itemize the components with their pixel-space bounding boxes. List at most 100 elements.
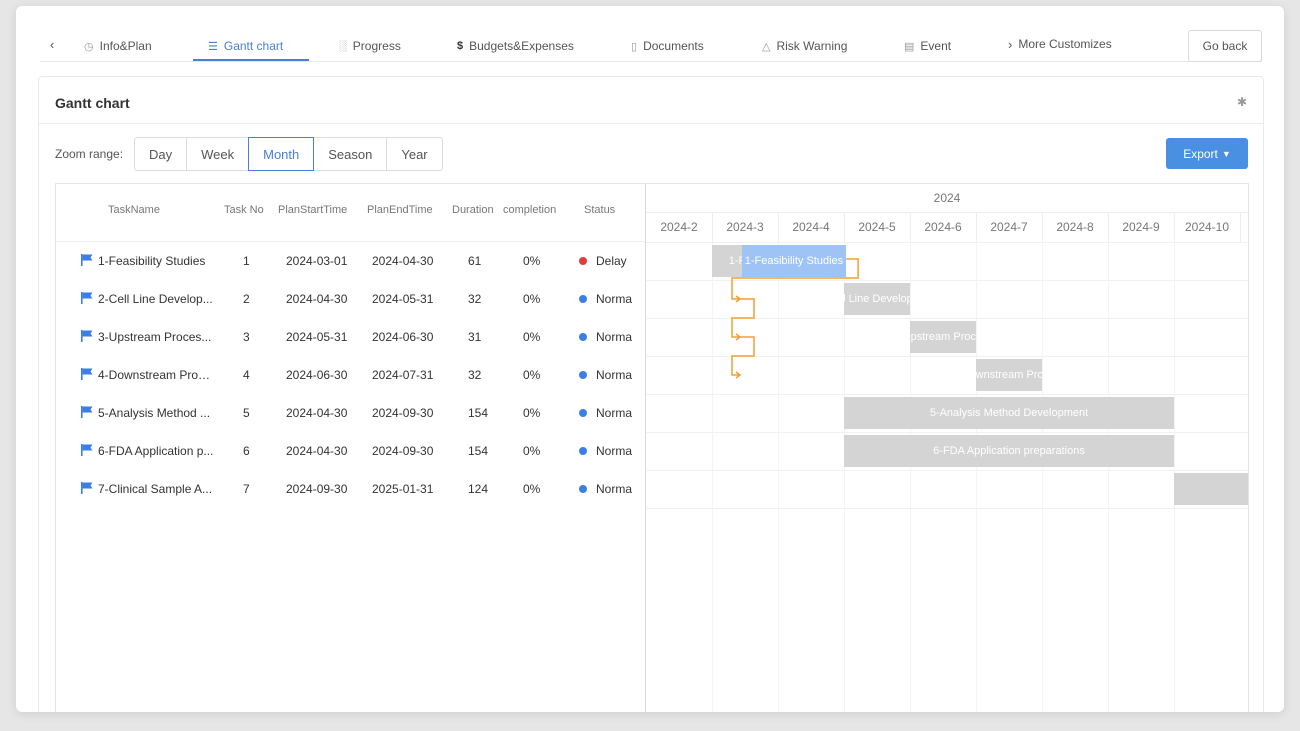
duration: 31 <box>468 330 482 344</box>
flag-icon <box>81 254 93 266</box>
tab-event[interactable]: ▤ Event <box>904 36 951 56</box>
status-dot <box>579 333 587 341</box>
table-row[interactable]: 6-FDA Application p... 6 2024-04-30 2024-09… <box>56 432 645 470</box>
task-no: 2 <box>243 292 250 306</box>
duration: 61 <box>468 254 482 268</box>
panel-divider <box>39 123 1263 124</box>
tab-gantt-chart[interactable]: ☰ Gantt chart <box>208 36 283 56</box>
gantt-panel: Gantt chart ✱ Zoom range: Day Week Month… <box>38 76 1264 712</box>
status-dot <box>579 257 587 265</box>
tab-budgets-expenses[interactable]: $ Budgets&Expenses <box>457 36 574 56</box>
flag-icon <box>81 292 93 304</box>
status-text: Normal <box>596 330 632 344</box>
header-completion: completion <box>503 204 557 216</box>
status-text: Normal <box>596 368 632 382</box>
tab-label: Event <box>920 39 952 53</box>
table-row[interactable]: 7-Clinical Sample A... 7 2024-09-30 2025-01… <box>56 470 645 508</box>
gantt-bar[interactable]: 5-Analysis Method Development <box>844 397 1174 429</box>
table-row[interactable]: 3-Upstream Proces... 3 2024-05-31 2024-06-3… <box>56 318 645 356</box>
tab-info-plan[interactable]: ◷ Info&Plan <box>84 36 152 56</box>
task-no: 3 <box>243 330 250 344</box>
table-row[interactable]: 1-Feasibility Studies 1 2024-03-01 2024-04-… <box>56 242 645 280</box>
zoom-season-button[interactable]: Season <box>313 137 388 171</box>
header-plan-start: PlanStartTime <box>278 204 348 216</box>
panel-title: Gantt chart <box>55 95 130 111</box>
flag-icon <box>81 444 93 456</box>
tab-label: Documents <box>643 39 704 53</box>
completion: 0% <box>523 292 541 306</box>
collapse-icon[interactable]: ✱ <box>1237 95 1247 109</box>
dependency-link <box>731 298 755 338</box>
bar-chart-icon: ░ <box>339 40 347 52</box>
gantt-bar[interactable]: 6-FDA Application preparations <box>844 435 1174 467</box>
document-icon: ▯ <box>631 40 638 53</box>
zoom-range-label: Zoom range: <box>55 147 124 161</box>
header-task-no: Task No <box>224 204 264 216</box>
task-name: 3-Upstream Proces... <box>98 330 212 344</box>
plan-start-time: 2024-03-01 <box>286 254 348 268</box>
duration: 154 <box>468 406 489 420</box>
tab-label: Info&Plan <box>99 39 152 53</box>
gantt-bar[interactable]: 1-Feasibility Studies <box>741 245 847 277</box>
tab-documents[interactable]: ▯ Documents <box>631 36 704 56</box>
gantt-bar[interactable]: 2-Cell Line Development <box>844 283 910 315</box>
task-name: 1-Feasibility Studies <box>98 254 206 268</box>
status-dot <box>579 447 587 455</box>
chevron-left-icon[interactable]: ‹ <box>50 37 54 52</box>
tab-risk-warning[interactable]: △ Risk Warning <box>762 36 847 56</box>
tab-progress[interactable]: ░ Progress <box>339 36 401 56</box>
table-row[interactable]: 5-Analysis Method ... 5 2024-04-30 2024-09-… <box>56 394 645 432</box>
chevron-right-icon: › <box>1008 36 1013 52</box>
gantt-bar[interactable]: 4-Downstream Process <box>976 359 1042 391</box>
go-back-button[interactable]: Go back <box>1188 30 1262 62</box>
plan-end-time: 2025-01-31 <box>372 482 434 496</box>
flag-icon <box>81 406 93 418</box>
task-no: 1 <box>243 254 250 268</box>
flag-icon <box>81 368 93 380</box>
table-row[interactable]: 2-Cell Line Develop... 2 2024-04-30 2024-05… <box>56 280 645 318</box>
dependency-link <box>731 336 755 376</box>
task-name: 6-FDA Application p... <box>98 444 214 458</box>
duration: 154 <box>468 444 489 458</box>
status-text: Normal <box>596 292 632 306</box>
zoom-range-group: Day Week Month Season Year <box>134 137 443 171</box>
clock-icon: ◷ <box>84 40 94 53</box>
task-no: 4 <box>243 368 250 382</box>
gantt-bar[interactable]: 7-Clinical Sample Analysis <box>1174 473 1248 505</box>
tab-more-customizes[interactable]: › More Customizes <box>1008 34 1112 54</box>
tab-label: Progress <box>352 39 401 53</box>
status-text: Normal <box>596 444 632 458</box>
task-name: 5-Analysis Method ... <box>98 406 211 420</box>
zoom-week-button[interactable]: Week <box>186 137 250 171</box>
app-window: ‹ ◷ Info&Plan ☰ Gantt chart ░ Progress $… <box>16 6 1284 712</box>
list-icon: ☰ <box>208 40 218 53</box>
plan-start-time: 2024-06-30 <box>286 368 348 382</box>
export-button[interactable]: Export ▼ <box>1166 138 1248 169</box>
status-text: Normal <box>596 482 632 496</box>
duration: 32 <box>468 368 482 382</box>
plan-end-time: 2024-05-31 <box>372 292 434 306</box>
task-name: 4-Downstream Proc... <box>98 368 214 382</box>
status-dot <box>579 485 587 493</box>
header-duration: Duration <box>452 204 494 216</box>
tab-label: Budgets&Expenses <box>469 39 574 53</box>
export-label: Export <box>1183 146 1218 161</box>
table-row[interactable]: 4-Downstream Proc... 4 2024-06-30 2024-07-3… <box>56 356 645 394</box>
tab-label: Risk Warning <box>776 39 848 53</box>
zoom-year-button[interactable]: Year <box>386 137 443 171</box>
zoom-day-button[interactable]: Day <box>134 137 188 171</box>
completion: 0% <box>523 330 541 344</box>
gantt-bar[interactable]: 3-Upstream Process <box>910 321 976 353</box>
duration: 124 <box>468 482 489 496</box>
zoom-month-button[interactable]: Month <box>248 137 315 171</box>
flag-icon <box>81 482 93 494</box>
status-dot <box>579 409 587 417</box>
header-taskname: TaskName <box>108 204 160 216</box>
completion: 0% <box>523 368 541 382</box>
plan-end-time: 2024-06-30 <box>372 330 434 344</box>
task-name: 2-Cell Line Develop... <box>98 292 213 306</box>
plan-end-time: 2024-04-30 <box>372 254 434 268</box>
warning-icon: △ <box>762 40 771 53</box>
task-no: 7 <box>243 482 250 496</box>
plan-start-time: 2024-04-30 <box>286 292 348 306</box>
